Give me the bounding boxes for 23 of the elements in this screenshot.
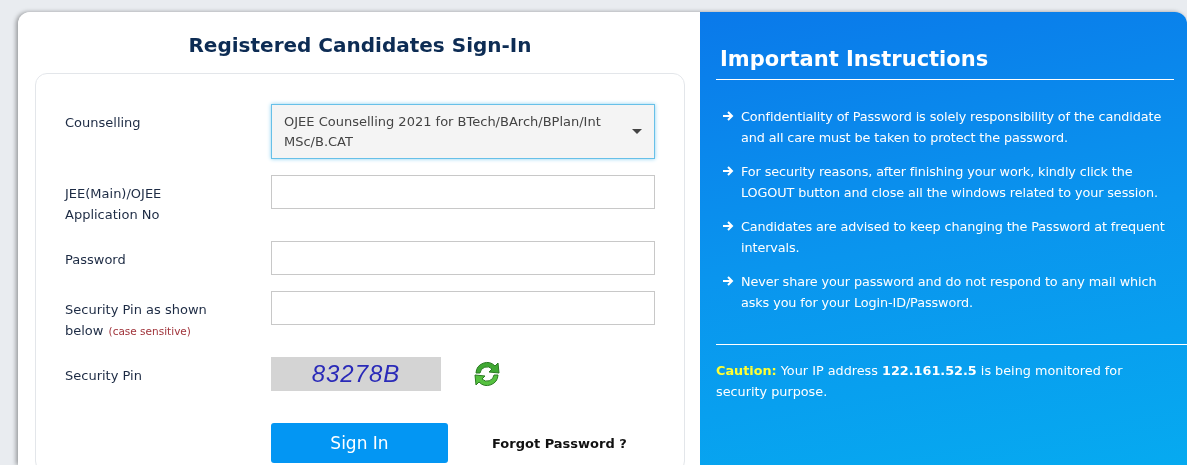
- input-field[interactable]: [271, 175, 655, 209]
- field-label: Password: [65, 251, 127, 269]
- arrow-icon: [722, 220, 734, 232]
- caution-text: Caution: Your IP address 122.161.52.5 is being monitored for security purpose.: [716, 362, 1124, 401]
- forgot-password-link[interactable]: Forgot Password ?: [492, 435, 627, 451]
- arrow-icon: [722, 275, 734, 287]
- field-label: Security Pin: [65, 367, 143, 385]
- captcha-image: 83278B: [271, 357, 441, 391]
- field-label: Counselling: [65, 114, 142, 132]
- input-field[interactable]: [271, 241, 655, 275]
- instruction-text: For security reasons, after finishing your work, kindly click the LOGOUT button and close all the windows related to your session.: [741, 163, 1159, 202]
- instruction-text: Never share your password and do not respond to any mail which asks you for your Login-ID/Password.: [741, 273, 1158, 312]
- counselling-dropdown[interactable]: OJEE Counselling 2021 for BTech/BArch/BPlan/Int MSc/B.CAT: [271, 104, 655, 159]
- instruction-text: Confidentiality of Password is solely responsibility of the candidate and all care must be taken to protect the password.: [741, 108, 1163, 147]
- input-field[interactable]: [271, 291, 655, 325]
- instruction-text: Candidates are advised to keep changing the Password at frequent intervals.: [741, 218, 1166, 257]
- instructions-title: Important Instructions: [720, 46, 990, 72]
- caret-icon: [632, 129, 642, 134]
- arrow-icon: [722, 165, 734, 177]
- field-label: Security Pin as shown below (case sensitive): [65, 301, 208, 340]
- arrow-icon: [722, 110, 734, 122]
- form-title: Registered Candidates Sign-In: [187, 32, 533, 59]
- field-label: JEE(Main)/OJEE Application No: [65, 185, 163, 224]
